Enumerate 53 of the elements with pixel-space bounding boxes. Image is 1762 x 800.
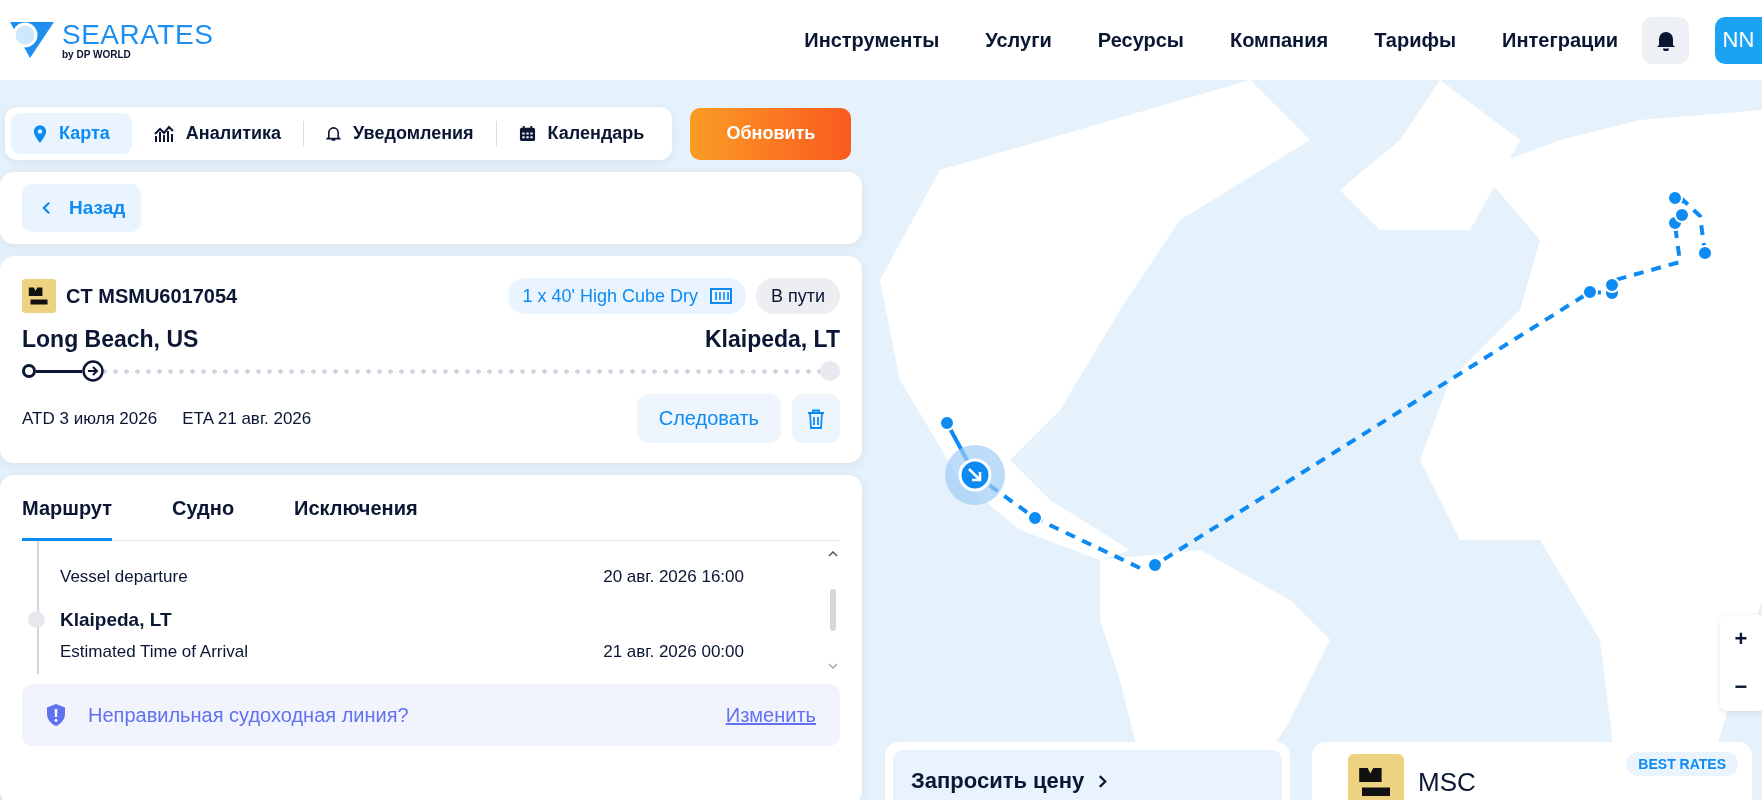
- best-rates-badge: BEST RATES: [1626, 752, 1738, 776]
- event-time: 21 авг. 2026 00:00: [603, 641, 744, 662]
- zoom-in-button[interactable]: +: [1720, 615, 1762, 663]
- departure-date: ATD 3 июля 2026: [22, 408, 158, 429]
- bell-icon: [326, 125, 342, 142]
- carrier-logo-icon: [22, 279, 56, 313]
- event-label: Estimated Time of Arrival: [60, 641, 248, 662]
- request-quote-button[interactable]: Запросить цену: [893, 750, 1282, 800]
- notice-text: Неправильная судоходная линия?: [88, 703, 409, 727]
- notifications-button[interactable]: [1642, 16, 1689, 64]
- view-tab[interactable]: Календарь: [496, 113, 667, 154]
- arrival-date: ETA 21 авг. 2026: [182, 408, 312, 429]
- nav-link[interactable]: Интеграции: [1502, 28, 1618, 52]
- delete-button[interactable]: [792, 394, 840, 443]
- logo-name: SEARATES: [62, 20, 214, 49]
- nav-link[interactable]: Инструменты: [804, 28, 940, 52]
- calendar-icon: [518, 125, 536, 142]
- view-tab[interactable]: Аналитика: [131, 113, 304, 154]
- detail-tab[interactable]: Исключения: [294, 475, 418, 541]
- destination-port: Klaipeda, LT: [704, 326, 840, 353]
- shield-icon: [46, 703, 66, 727]
- status-badge: В пути: [755, 278, 840, 314]
- logo-icon: [8, 20, 56, 60]
- zoom-out-button[interactable]: −: [1720, 663, 1762, 711]
- detail-tab[interactable]: Судно: [172, 475, 235, 541]
- chevron-left-icon: [42, 201, 51, 215]
- map-pin-icon: [33, 124, 47, 143]
- location-name: Klaipeda, LT: [60, 609, 172, 631]
- logo-tagline: by DP WORLD: [62, 48, 132, 60]
- container-type: 1 x 40' High Cube Dry: [522, 285, 698, 307]
- scroll-up-icon[interactable]: [828, 551, 838, 557]
- scroll-down-icon[interactable]: [828, 663, 838, 669]
- nav-link[interactable]: Услуги: [985, 28, 1052, 52]
- nav-link[interactable]: Ресурсы: [1097, 28, 1184, 52]
- carrier-name: MSC: [1418, 766, 1476, 798]
- bell-icon: [1655, 29, 1676, 51]
- chart-icon: [153, 124, 174, 143]
- location-dot: [28, 611, 45, 629]
- chevron-right-icon: [1098, 773, 1108, 789]
- nav-link[interactable]: Компания: [1229, 28, 1329, 52]
- scrollbar-thumb[interactable]: [830, 589, 836, 631]
- event-label: Vessel departure: [60, 567, 188, 587]
- trash-icon: [807, 408, 825, 429]
- origin-port: Long Beach, US: [22, 326, 199, 353]
- vessel-marker-icon: [945, 445, 1005, 505]
- carrier-logo-icon: [1348, 754, 1404, 800]
- destination-dot: [820, 361, 840, 381]
- change-link[interactable]: Изменить: [725, 703, 816, 727]
- nav-link[interactable]: Тарифы: [1374, 28, 1457, 52]
- container-icon: [709, 288, 732, 304]
- container-number: CT MSMU6017054: [66, 284, 238, 308]
- event-time: 20 авг. 2026 16:00: [603, 567, 744, 587]
- view-tab[interactable]: Уведомления: [304, 113, 496, 154]
